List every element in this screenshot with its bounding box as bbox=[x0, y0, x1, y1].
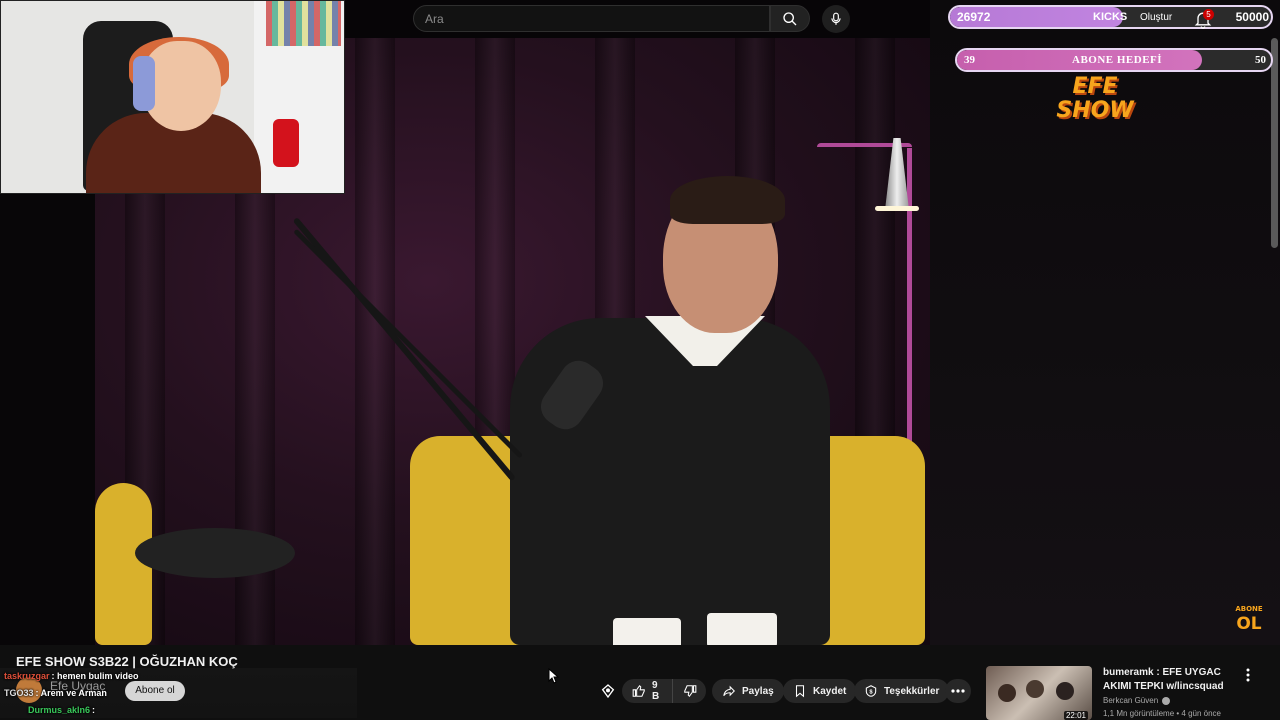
more-actions-button[interactable] bbox=[945, 679, 971, 703]
share-label: Paylaş bbox=[742, 685, 774, 697]
thumbs-up-icon bbox=[632, 684, 645, 697]
super-thanks-icon: $ bbox=[865, 685, 877, 697]
recommended-video-channel[interactable]: Berkcan Güven bbox=[1103, 696, 1171, 705]
subscriber-goal-current: 39 bbox=[964, 54, 975, 66]
video-title: EFE SHOW S3B22 | OĞUZHAN KOÇ bbox=[16, 654, 238, 669]
like-count: 9 B bbox=[652, 680, 660, 702]
chat-message: TGO33: Arem ve Arman bbox=[4, 688, 107, 698]
thanks-button[interactable]: $ Teşekkürler bbox=[854, 679, 950, 703]
verified-icon bbox=[1162, 696, 1171, 705]
thumbs-down-icon bbox=[684, 685, 697, 698]
search-button[interactable] bbox=[770, 5, 810, 32]
abone-ol-logo: ABONE OL bbox=[1235, 605, 1263, 634]
kicks-progress-bar: 26972 KICKS 50000 bbox=[948, 5, 1273, 29]
save-label: Kaydet bbox=[813, 685, 847, 697]
like-button[interactable]: 9 B bbox=[622, 679, 672, 703]
create-button[interactable]: Oluştur bbox=[1140, 12, 1172, 23]
clip-icon[interactable] bbox=[600, 683, 616, 699]
scrollbar[interactable] bbox=[1271, 38, 1278, 248]
recommended-video-thumbnail[interactable]: 22:01 bbox=[986, 666, 1092, 720]
notification-count-badge: 5 bbox=[1203, 9, 1214, 20]
chat-message: taskruzgar: hemen bulim video bbox=[4, 671, 139, 681]
more-vertical-icon[interactable] bbox=[1243, 668, 1253, 682]
search-icon bbox=[783, 11, 797, 25]
recommended-video-title[interactable]: bumeramk : EFE UYGAC AKIMI TEPKI w/lincs… bbox=[1103, 666, 1239, 694]
mouse-cursor-icon bbox=[548, 668, 560, 684]
subscribe-button[interactable]: Abone ol bbox=[125, 681, 185, 701]
chat-message: Durmus_akln6: bbox=[28, 705, 96, 715]
more-horizontal-icon bbox=[951, 689, 965, 693]
streamer-webcam bbox=[0, 0, 345, 194]
stream-screen: 26972 KICKS 50000 Oluştur 5 39 ABONE HED… bbox=[0, 0, 1280, 720]
subscriber-goal-label: ABONE HEDEFİ bbox=[1072, 54, 1163, 66]
search-input[interactable] bbox=[414, 6, 769, 31]
voice-search-button[interactable] bbox=[822, 5, 850, 33]
svg-text:$: $ bbox=[869, 689, 873, 695]
thanks-label: Teşekkürler bbox=[884, 685, 940, 697]
subscriber-goal-bar: 39 ABONE HEDEFİ 50 bbox=[955, 48, 1273, 72]
subscriber-goal-target: 50 bbox=[1255, 54, 1266, 66]
kicks-label: KICKS bbox=[1093, 11, 1128, 23]
video-duration: 22:01 bbox=[1063, 711, 1088, 720]
efe-show-logo: EFE SHOW bbox=[1056, 74, 1134, 123]
kicks-goal: 50000 bbox=[1235, 10, 1269, 24]
dislike-button[interactable] bbox=[672, 679, 706, 703]
bookmark-icon bbox=[795, 685, 805, 698]
kicks-count: 26972 bbox=[957, 10, 991, 24]
recommended-video-meta: 1,1 Mn görüntüleme • 4 gün önce bbox=[1103, 709, 1221, 718]
save-button[interactable]: Kaydet bbox=[783, 679, 857, 703]
microphone-icon bbox=[831, 12, 841, 25]
video-left-backdrop bbox=[0, 195, 95, 645]
share-button[interactable]: Paylaş bbox=[712, 679, 784, 703]
share-icon bbox=[723, 685, 735, 697]
search-box[interactable] bbox=[413, 5, 770, 32]
